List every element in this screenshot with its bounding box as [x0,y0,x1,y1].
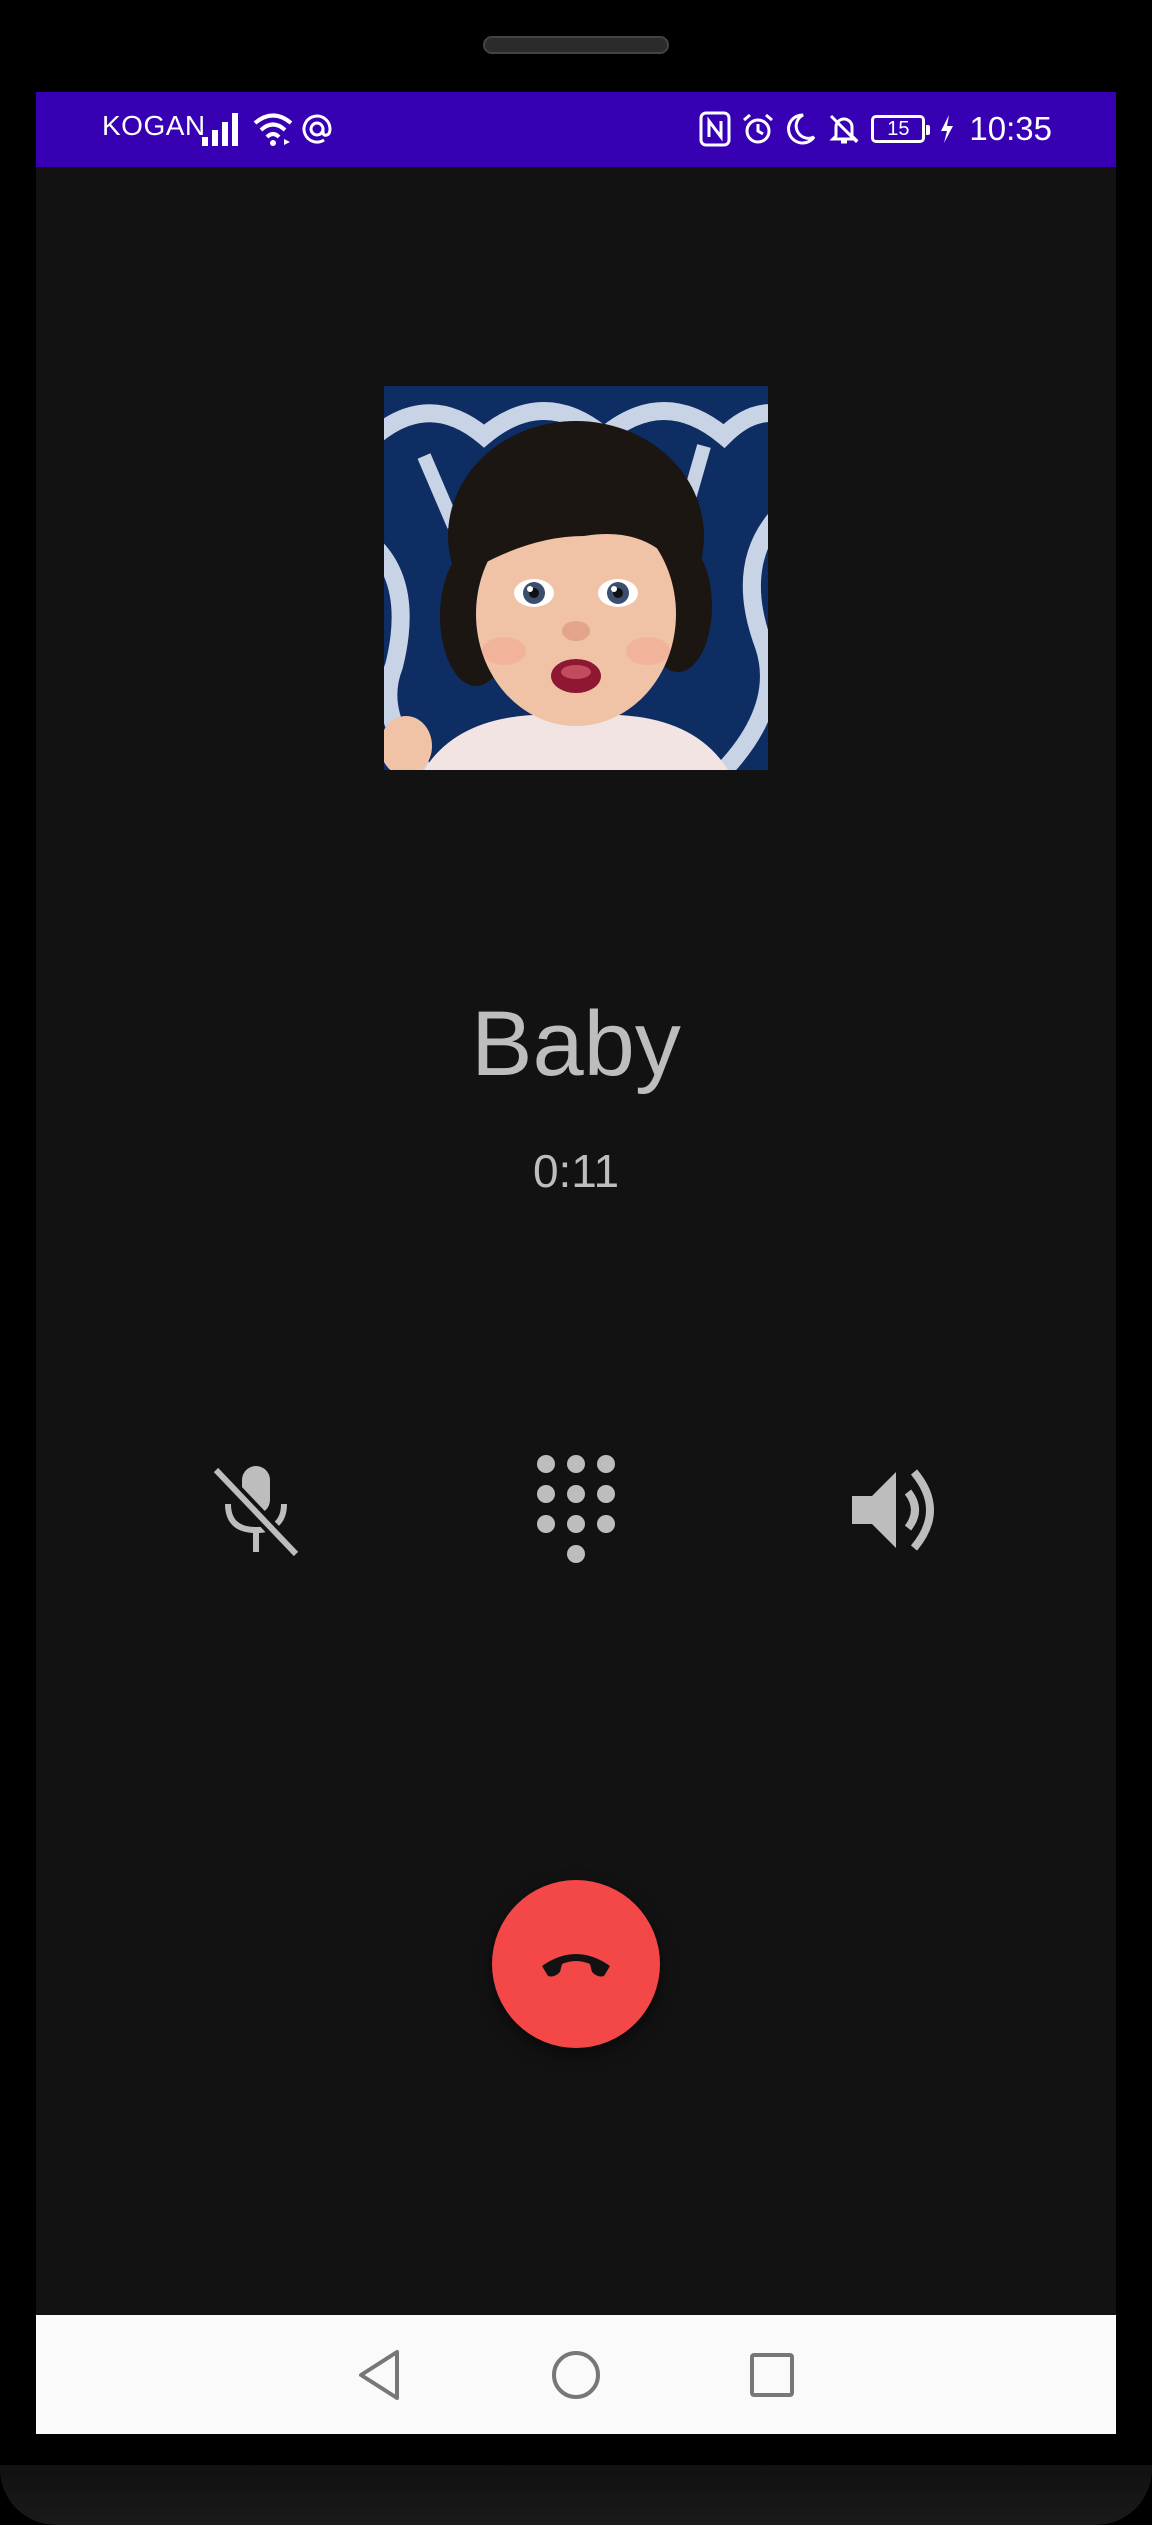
charging-bolt-icon [941,115,954,143]
speaker-button[interactable] [836,1450,956,1570]
call-end-icon [542,1954,610,1977]
end-call-button[interactable] [492,1880,660,2048]
earpiece-speaker [483,36,669,54]
dialpad-button[interactable] [516,1450,636,1570]
phone-bottom-bezel [0,2465,1152,2525]
back-button[interactable] [342,2337,418,2413]
mic-off-icon [210,1465,302,1559]
recents-square-icon [750,2353,794,2397]
wifi-icon [253,113,293,146]
contact-photo [384,386,768,770]
contact-name: Baby [471,993,681,1095]
phone-frame: KOGAN 15 10:35 Baby 0:11 [0,0,1152,2525]
battery-icon: 15 [871,115,931,143]
notifications-off-icon [829,114,860,144]
home-button[interactable] [538,2337,614,2413]
battery-level: 15 [887,118,910,140]
recents-button[interactable] [734,2337,810,2413]
call-duration: 0:11 [532,1145,620,1197]
volume-up-icon [852,1469,934,1551]
do-not-disturb-moon-icon [787,113,816,145]
signal-icon [202,113,238,146]
back-triangle-icon [359,2350,399,2400]
home-circle-icon [552,2351,600,2399]
navigation-bar [36,2315,1116,2434]
mute-button[interactable] [196,1450,316,1570]
call-screen: KOGAN 15 10:35 Baby 0:11 [36,92,1116,2434]
status-bar: KOGAN 15 10:35 [36,92,1116,167]
dialpad-icon [537,1455,615,1563]
nfc-icon [699,111,731,147]
alarm-icon [743,113,774,144]
at-sign-icon [302,114,332,144]
carrier-name: KOGAN [102,110,206,141]
status-time: 10:35 [969,110,1052,147]
